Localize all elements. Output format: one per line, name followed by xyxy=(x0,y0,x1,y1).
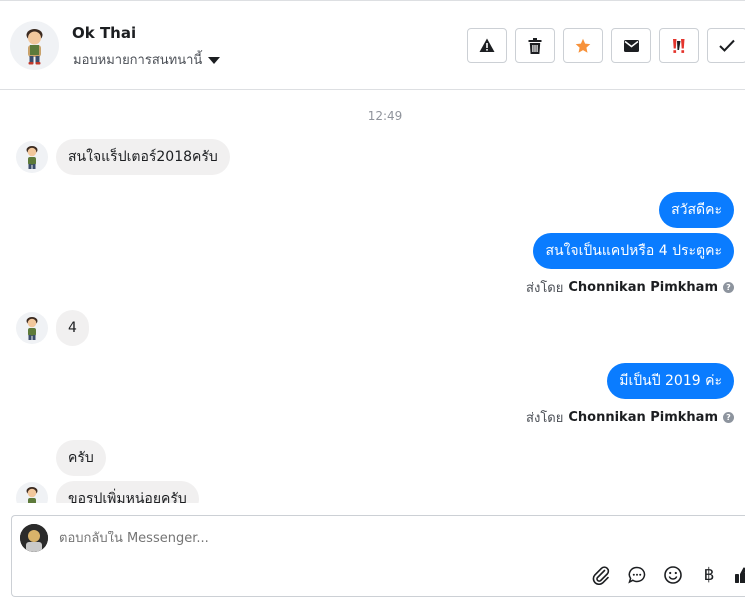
sent-by-name[interactable]: Chonnikan Pimkham xyxy=(568,280,718,295)
message-incoming[interactable]: 4 xyxy=(56,310,89,346)
conversation-header: Ok Thai มอบหมายการสนทนานี้ xyxy=(0,0,745,90)
reply-composer: ฿ xyxy=(11,515,745,597)
mark-unread-button[interactable] xyxy=(611,28,651,63)
timestamp: 12:49 xyxy=(367,109,403,123)
star-button[interactable] xyxy=(563,28,603,63)
sent-by-label: ส่งโดย Chonnikan Pimkham ? xyxy=(526,407,734,428)
delete-button[interactable] xyxy=(515,28,555,63)
sent-by-prefix: ส่งโดย xyxy=(526,411,564,426)
trash-icon xyxy=(528,37,542,54)
message-incoming[interactable]: ครับ xyxy=(56,440,106,476)
assign-conversation-dropdown[interactable]: มอบหมายการสนทนานี้ xyxy=(73,49,221,70)
sent-by-prefix: ส่งโดย xyxy=(526,281,564,296)
contact-avatar-small xyxy=(16,482,48,503)
assign-label: มอบหมายการสนทนานี้ xyxy=(73,53,203,68)
reply-input[interactable] xyxy=(59,531,659,546)
paperclip-icon[interactable] xyxy=(590,564,612,586)
message-incoming[interactable]: สนใจแร็ปเตอร์2018ครับ xyxy=(56,139,230,175)
check-icon xyxy=(719,39,735,52)
contact-avatar[interactable] xyxy=(10,21,59,70)
sent-by-name[interactable]: Chonnikan Pimkham xyxy=(568,410,718,425)
sent-by-label: ส่งโดย Chonnikan Pimkham ? xyxy=(526,277,734,298)
star-icon xyxy=(575,38,591,54)
baht-icon[interactable]: ฿ xyxy=(698,564,720,586)
chat-bubble-icon[interactable] xyxy=(626,564,648,586)
contact-avatar-small xyxy=(16,312,48,344)
warning-icon xyxy=(479,38,495,53)
caret-down-icon xyxy=(208,56,221,64)
message-incoming[interactable]: ขอรูปเพิ่มหน่อยครับ xyxy=(56,481,199,503)
message-outgoing[interactable]: สนใจเป็นแคปหรือ 4 ประตูคะ xyxy=(533,233,734,269)
message-thread[interactable]: 12:49 สนใจแร็ปเตอร์2018ครับ สวัสดีคะ สนใ… xyxy=(0,91,745,503)
help-icon[interactable]: ? xyxy=(723,412,734,423)
help-icon[interactable]: ? xyxy=(723,282,734,293)
message-outgoing[interactable]: สวัสดีคะ xyxy=(659,192,734,228)
spam-button[interactable] xyxy=(467,28,507,63)
mark-done-button[interactable] xyxy=(707,28,745,63)
contact-avatar-small xyxy=(16,141,48,173)
emoji-icon[interactable] xyxy=(662,564,684,586)
envelope-icon xyxy=(623,39,639,52)
important-icon xyxy=(671,38,687,54)
message-outgoing[interactable]: มีเป็นปี 2019 ค่ะ xyxy=(607,363,734,399)
user-avatar xyxy=(20,524,48,552)
contact-name: Ok Thai xyxy=(72,24,137,42)
like-icon[interactable] xyxy=(732,564,745,586)
follow-up-button[interactable] xyxy=(659,28,699,63)
